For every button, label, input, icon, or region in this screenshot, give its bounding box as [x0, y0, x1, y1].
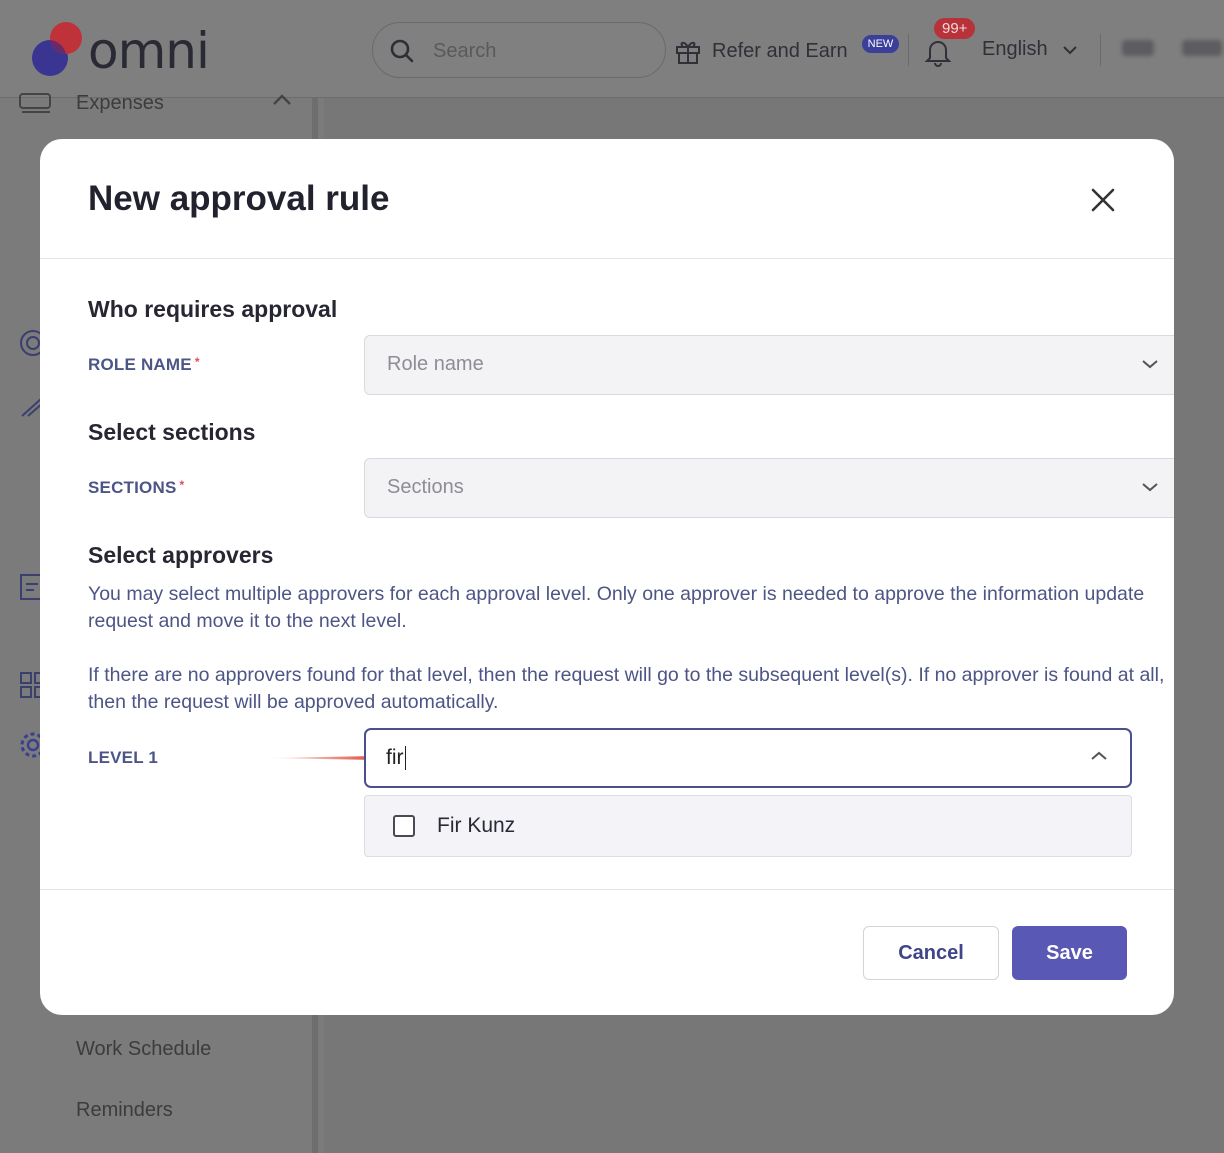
close-icon [1091, 188, 1115, 212]
required-marker: * [194, 355, 200, 369]
logo-mark-icon [32, 22, 82, 76]
language-selector[interactable]: English [982, 38, 1078, 61]
sidebar-item-reminders[interactable]: Reminders [76, 1099, 173, 1122]
approver-options-dropdown: Fir Kunz [364, 795, 1132, 857]
sections-label-text: SECTIONS [88, 478, 177, 497]
top-bar: omni Search Refer and Earn NEW 99+ Engli… [0, 0, 1224, 98]
sections-label: SECTIONS * [88, 478, 184, 498]
divider [1100, 34, 1101, 66]
sections-placeholder: Sections [387, 476, 464, 498]
role-name-placeholder: Role name [387, 353, 484, 375]
language-label: English [982, 38, 1048, 60]
option-label: Fir Kunz [437, 814, 516, 837]
refer-label: Refer and Earn [712, 39, 848, 62]
search-bar[interactable]: Search [372, 22, 666, 78]
new-badge: NEW [861, 35, 900, 53]
level-1-approver-input[interactable]: fir [364, 728, 1132, 788]
sidebar-item-expenses[interactable]: Expenses [76, 92, 164, 115]
chevron-down-icon [1142, 483, 1158, 492]
chevron-down-icon [1062, 45, 1077, 54]
new-approval-rule-modal: New approval rule Who requires approval … [40, 139, 1174, 1015]
bell-icon [924, 41, 952, 67]
required-marker: * [179, 478, 185, 492]
refer-and-earn-link[interactable]: Refer and Earn NEW [674, 35, 900, 66]
sidebar-item-work-schedule[interactable]: Work Schedule [76, 1038, 211, 1061]
divider [908, 34, 909, 66]
select-approvers-heading: Select approvers [88, 542, 274, 568]
list-item[interactable]: Fir Kunz [365, 796, 1131, 856]
level-1-label: LEVEL 1 [88, 748, 159, 767]
chevron-up-icon[interactable] [272, 94, 292, 106]
sections-select[interactable]: Sections [364, 458, 1174, 518]
notification-count-badge: 99+ [934, 18, 976, 39]
chevron-down-icon [1142, 360, 1158, 369]
footer-divider [40, 889, 1174, 890]
modal-header: New approval rule [40, 139, 1174, 259]
save-button[interactable]: Save [1012, 926, 1127, 980]
chevron-up-icon[interactable] [1090, 750, 1108, 762]
text-caret [404, 746, 406, 771]
select-sections-heading: Select sections [88, 419, 256, 445]
cancel-button[interactable]: Cancel [863, 926, 999, 980]
notifications-button[interactable] [922, 36, 954, 73]
role-name-label: ROLE NAME * [88, 355, 200, 375]
option-checkbox[interactable] [393, 815, 415, 837]
close-button[interactable] [1084, 181, 1122, 219]
user-menu[interactable] [1122, 40, 1224, 60]
gift-icon [676, 41, 700, 64]
typed-text: fir [386, 746, 404, 769]
search-input[interactable]: Search [433, 40, 496, 63]
level-1-input-value: fir [386, 746, 406, 771]
role-name-label-text: ROLE NAME [88, 355, 192, 374]
role-name-select[interactable]: Role name [364, 335, 1174, 395]
logo-text: omni [88, 22, 210, 80]
modal-title: New approval rule [88, 179, 390, 218]
approvers-description: You may select multiple approvers for ea… [88, 583, 1145, 632]
approvers-fallback-description: If there are no approvers found for that… [88, 664, 1165, 713]
search-icon [390, 39, 414, 63]
who-requires-approval-heading: Who requires approval [88, 296, 338, 322]
expenses-icon [19, 93, 51, 113]
